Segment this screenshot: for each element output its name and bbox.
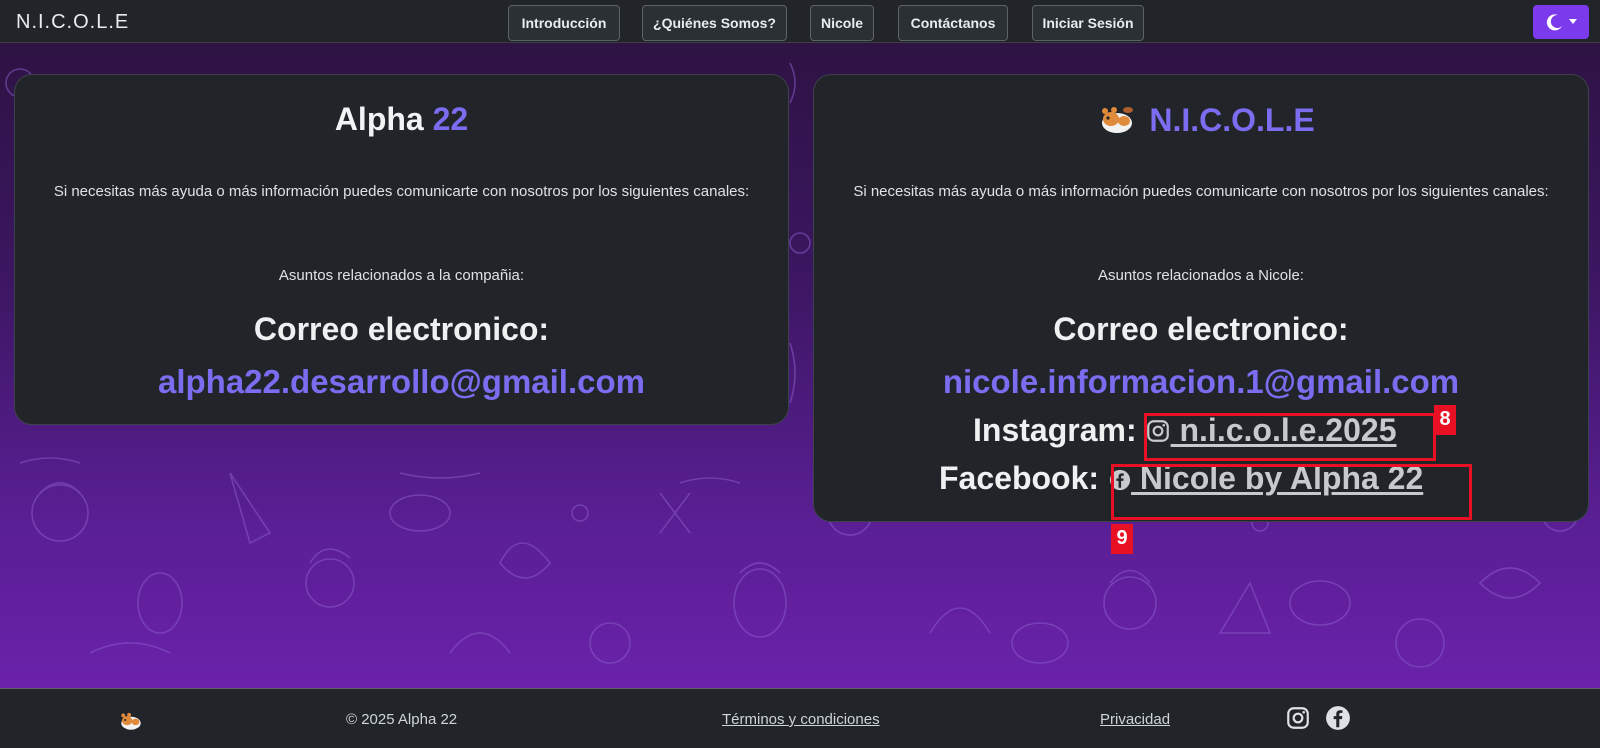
navbar: N.I.C.O.L.E Introducción ¿Quiénes Somos?… bbox=[0, 0, 1600, 43]
nav-nicole[interactable]: Nicole bbox=[810, 5, 874, 41]
nicole-help-text: Si necesitas más ayuda o más información… bbox=[853, 183, 1549, 200]
instagram-highlight-box bbox=[1144, 413, 1436, 461]
facebook-label: Facebook: bbox=[939, 460, 1100, 496]
company-title-accent: 22 bbox=[432, 101, 469, 137]
company-contact-card: Alpha 22 Si necesitas más ayuda o más in… bbox=[14, 74, 789, 425]
nicole-email-label: Correo electronico: bbox=[1053, 311, 1349, 347]
theme-toggle-button[interactable] bbox=[1533, 5, 1589, 39]
facebook-highlight-tag: 9 bbox=[1111, 524, 1133, 554]
moon-icon bbox=[1546, 14, 1562, 31]
company-help-text: Si necesitas más ayuda o más información… bbox=[53, 183, 750, 200]
footer: © 2025 Alpha 22 Términos y condiciones P… bbox=[0, 688, 1600, 748]
hamster-logo-icon bbox=[1102, 107, 1134, 133]
terms-link[interactable]: Términos y condiciones bbox=[722, 711, 880, 728]
facebook-highlight-box bbox=[1111, 464, 1472, 520]
facebook-icon[interactable] bbox=[1325, 705, 1351, 731]
instagram-icon[interactable] bbox=[1285, 705, 1311, 731]
chevron-down-icon bbox=[1569, 19, 1577, 24]
company-email-link[interactable]: alpha22.desarrollo@gmail.com bbox=[15, 363, 788, 401]
nicole-email-link[interactable]: nicole.informacion.1@gmail.com bbox=[814, 363, 1588, 401]
instagram-label: Instagram: bbox=[973, 412, 1137, 448]
company-subject-text: Asuntos relacionados a la compañia: bbox=[278, 267, 525, 284]
instagram-highlight-tag: 8 bbox=[1434, 405, 1456, 435]
nav-contactanos[interactable]: Contáctanos bbox=[898, 5, 1008, 41]
nicole-card-title: N.I.C.O.L.E bbox=[814, 101, 1588, 139]
hamster-logo-icon bbox=[121, 712, 141, 730]
company-card-title: Alpha 22 bbox=[15, 101, 788, 138]
nav-quienes-somos[interactable]: ¿Quiénes Somos? bbox=[642, 5, 787, 41]
nav-introduccion[interactable]: Introducción bbox=[508, 5, 620, 41]
privacy-link[interactable]: Privacidad bbox=[1100, 711, 1170, 728]
nav-iniciar-sesion[interactable]: Iniciar Sesión bbox=[1032, 5, 1144, 41]
nicole-subject-text: Asuntos relacionados a Nicole: bbox=[1098, 267, 1304, 284]
copyright-text: © 2025 Alpha 22 bbox=[346, 711, 458, 728]
navbar-brand[interactable]: N.I.C.O.L.E bbox=[16, 11, 129, 34]
nicole-title-text: N.I.C.O.L.E bbox=[1149, 102, 1315, 138]
company-title-main: Alpha bbox=[334, 101, 424, 137]
company-email-label: Correo electronico: bbox=[253, 311, 550, 347]
